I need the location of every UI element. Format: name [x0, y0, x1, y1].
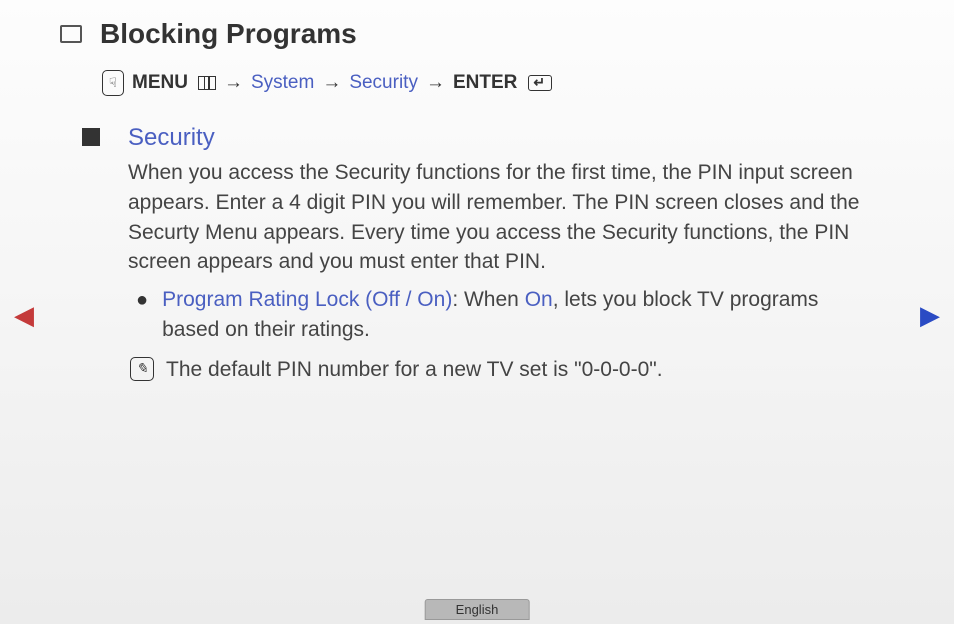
hand-icon: ☟ [102, 70, 124, 96]
section-heading: Security [128, 124, 874, 152]
bullet-on: On [525, 288, 553, 311]
menu-icon [198, 76, 216, 90]
breadcrumb-enter: ENTER [453, 72, 517, 94]
square-bullet-icon [82, 128, 100, 146]
note-icon: ✎ [130, 357, 154, 381]
breadcrumb-system[interactable]: System [251, 72, 314, 94]
page-title: Blocking Programs [100, 18, 357, 50]
arrow-icon: → [322, 72, 341, 94]
arrow-icon: → [426, 72, 445, 94]
nav-prev-button[interactable]: ◀ [14, 300, 34, 331]
nav-next-button[interactable]: ▶ [920, 300, 940, 331]
breadcrumb: ☟ MENU → System → Security → ENTER [102, 70, 894, 96]
book-icon [60, 25, 82, 43]
section-paragraph: When you access the Security functions f… [128, 158, 874, 277]
bullet-sep: : When [452, 288, 524, 311]
bullet-item: Program Rating Lock (Off / On): When On,… [162, 285, 874, 345]
bullet-label: Program Rating Lock (Off / On) [162, 288, 452, 311]
breadcrumb-security[interactable]: Security [349, 72, 418, 94]
breadcrumb-menu: MENU [132, 72, 188, 94]
note-text: The default PIN number for a new TV set … [166, 355, 663, 385]
arrow-icon: → [224, 72, 243, 94]
dot-bullet-icon: ● [136, 287, 148, 313]
enter-icon [528, 75, 552, 91]
language-tab[interactable]: English [425, 599, 530, 620]
